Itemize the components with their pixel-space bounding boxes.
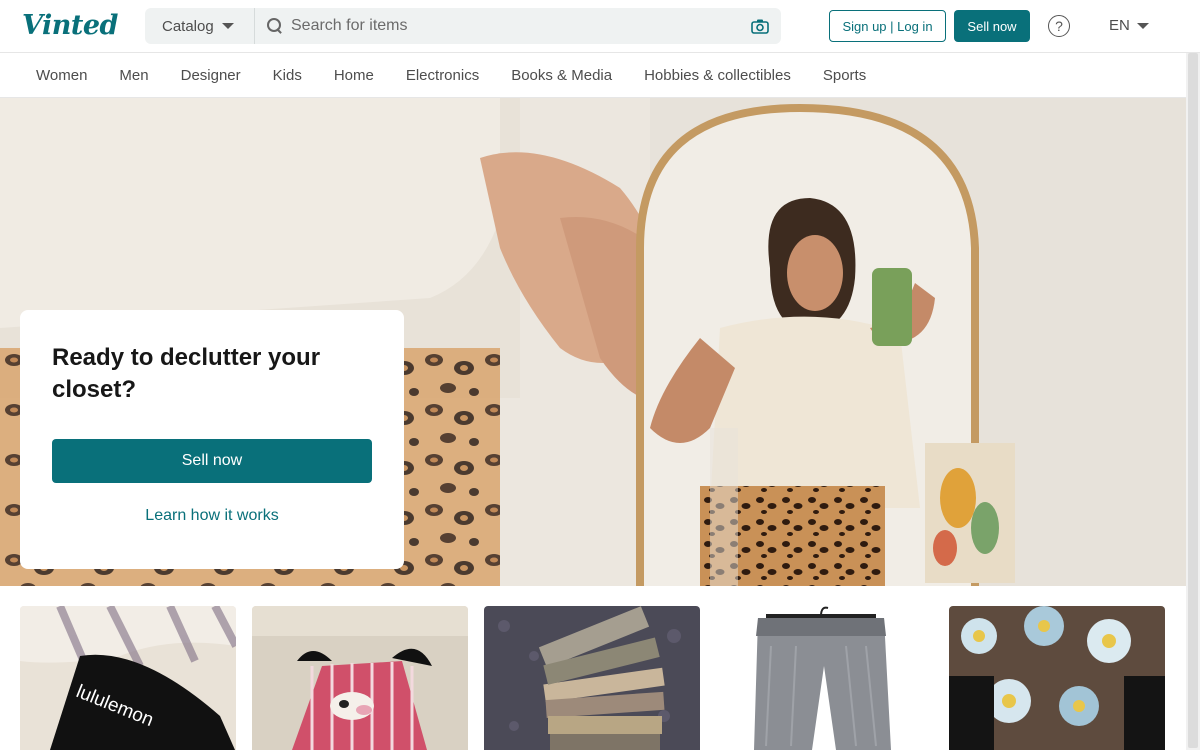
item-photo — [252, 606, 468, 750]
signup-login-button[interactable]: Sign up | Log in — [829, 10, 946, 42]
search-input[interactable] — [291, 9, 751, 43]
item-photo — [949, 606, 1165, 750]
chevron-down-icon — [221, 23, 234, 29]
item-card[interactable]: lululemon — [20, 606, 236, 750]
item-photo — [716, 606, 932, 750]
learn-how-it-works-link[interactable]: Learn how it works — [52, 507, 372, 525]
category-men[interactable]: Men — [103, 67, 164, 84]
scrollbar-thumb[interactable] — [1188, 53, 1198, 748]
hero-card: Ready to declutter your closet? Sell now… — [20, 310, 404, 569]
hero-title: Ready to declutter your closet? — [52, 344, 321, 403]
sell-now-header-button[interactable]: Sell now — [954, 10, 1030, 42]
category-books-media[interactable]: Books & Media — [495, 67, 628, 84]
camera-icon[interactable] — [751, 18, 769, 34]
hero-sell-now-button[interactable]: Sell now — [52, 439, 372, 483]
search-bar: Catalog — [145, 8, 781, 44]
item-card[interactable] — [252, 606, 468, 750]
category-electronics[interactable]: Electronics — [390, 67, 495, 84]
vinted-logo[interactable]: Vinted — [22, 10, 118, 41]
category-designer[interactable]: Designer — [165, 67, 257, 84]
item-photo: lululemon — [20, 606, 236, 750]
language-selector[interactable]: EN — [1109, 17, 1149, 34]
page-scrollbar[interactable] — [1186, 53, 1200, 750]
category-nav: Women Men Designer Kids Home Electronics… — [0, 53, 1186, 98]
search-icon — [267, 18, 283, 34]
top-header: Vinted Catalog Sign up | Log in Sell now… — [0, 0, 1200, 53]
help-icon[interactable]: ? — [1048, 15, 1070, 37]
item-card[interactable] — [716, 606, 932, 750]
category-women[interactable]: Women — [20, 67, 103, 84]
language-label: EN — [1109, 17, 1130, 34]
catalog-dropdown[interactable]: Catalog — [145, 8, 255, 44]
chevron-down-icon — [1136, 22, 1149, 29]
category-home[interactable]: Home — [318, 67, 390, 84]
hero-banner: Ready to declutter your closet? Sell now… — [0, 98, 1186, 586]
item-photo — [484, 606, 700, 750]
item-card[interactable] — [949, 606, 1165, 750]
catalog-label: Catalog — [162, 17, 214, 35]
category-hobbies-collectibles[interactable]: Hobbies & collectibles — [628, 67, 807, 84]
category-kids[interactable]: Kids — [257, 67, 318, 84]
category-sports[interactable]: Sports — [807, 67, 882, 84]
item-card[interactable] — [484, 606, 700, 750]
